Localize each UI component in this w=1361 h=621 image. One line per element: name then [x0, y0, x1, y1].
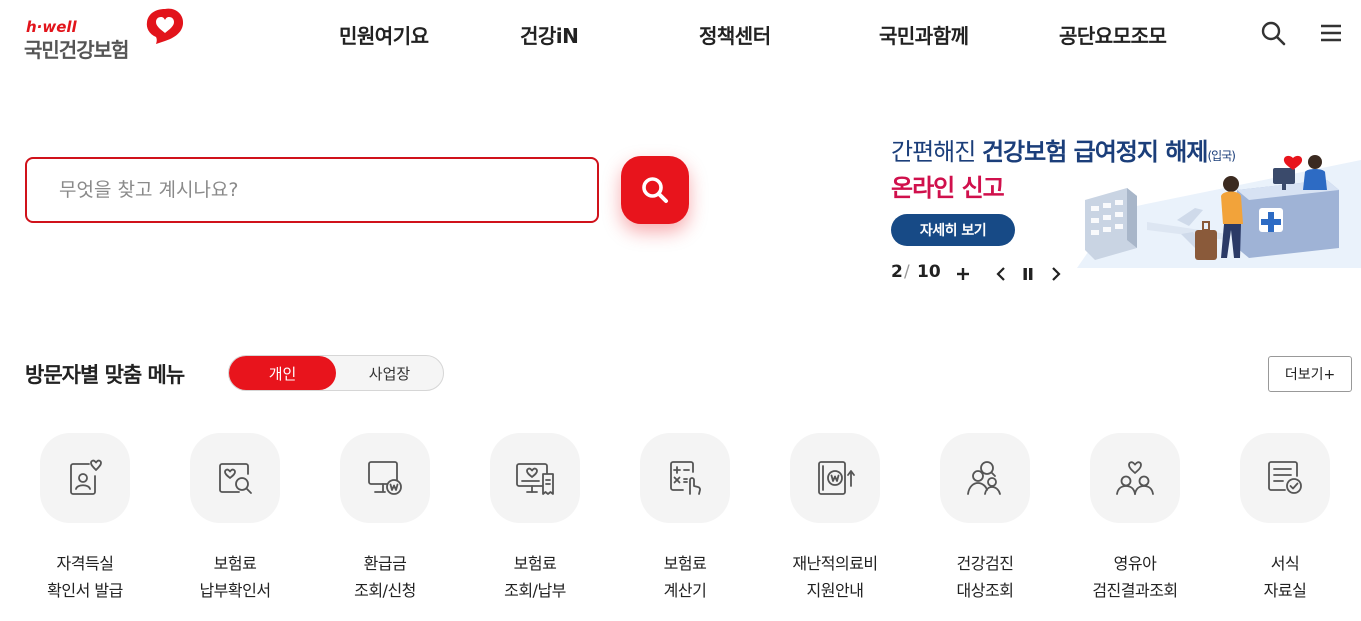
menu-item-label-line2: 지원안내 — [806, 581, 864, 600]
menu-item-label-line1: 환급금 — [363, 554, 407, 573]
pause-icon — [1023, 268, 1033, 280]
menu-item-label: 보험료 계산기 — [610, 550, 760, 604]
nav-item-with-citizens[interactable]: 국민과함께 — [879, 20, 969, 49]
search-input[interactable] — [27, 159, 597, 221]
menu-item-label-line2: 조회/신청 — [354, 581, 416, 600]
banner-headline-prefix: 간편해진 — [891, 138, 982, 166]
chevron-left-icon — [996, 267, 1005, 281]
chevron-right-icon — [1052, 267, 1061, 281]
pager-prev-button[interactable] — [991, 262, 1011, 286]
tab-individual[interactable]: 개인 — [229, 356, 336, 390]
menu-item-label: 건강검진 대상조회 — [910, 550, 1060, 604]
menu-item-label-line2: 납부확인서 — [199, 581, 271, 600]
pager-separator: / — [904, 262, 910, 282]
family-heart-icon — [1116, 461, 1154, 495]
menu-item-label: 자격득실 확인서 발급 — [10, 550, 160, 604]
menu-icon-circle — [490, 433, 580, 523]
hamburger-menu-icon[interactable] — [1318, 20, 1344, 46]
menu-item-health-checkup-target[interactable]: 건강검진 대상조회 — [910, 433, 1060, 613]
menu-item-premium-payment-certificate[interactable]: 보험료 납부확인서 — [160, 433, 310, 613]
menu-icon-circle — [40, 433, 130, 523]
menu-item-label-line2: 검진결과조회 — [1092, 581, 1178, 600]
menu-item-label-line1: 서식 — [1270, 554, 1300, 573]
document-won-icon — [818, 461, 855, 495]
menu-icon-circle — [1090, 433, 1180, 523]
search-box — [25, 157, 599, 223]
people-search-icon — [967, 461, 1001, 495]
menu-item-forms-library[interactable]: 서식 자료실 — [1210, 433, 1360, 613]
document-check-icon — [1268, 461, 1302, 494]
menu-item-label-line1: 보험료 — [663, 554, 707, 573]
menu-icon-circle — [1240, 433, 1330, 523]
menu-icon-circle — [790, 433, 880, 523]
menu-item-label-line2: 자료실 — [1263, 581, 1307, 600]
menu-item-label-line1: 보험료 — [513, 554, 557, 573]
menu-item-label: 보험료 조회/납부 — [460, 550, 610, 604]
menu-item-label: 서식 자료실 — [1210, 550, 1360, 604]
menu-item-label-line1: 재난적의료비 — [792, 554, 878, 573]
search-icon[interactable] — [1260, 20, 1286, 46]
menu-item-infant-checkup-results[interactable]: 영유아 검진결과조회 — [1060, 433, 1210, 613]
visitor-menu-title: 방문자별 맞춤 메뉴 — [25, 363, 185, 387]
menu-item-premium-calculator[interactable]: 보험료 계산기 — [610, 433, 760, 613]
banner-subheadline: 온라인 신고 — [891, 174, 1005, 202]
plus-icon — [957, 268, 969, 280]
menu-item-label-line2: 계산기 — [663, 581, 707, 600]
menu-icon-circle — [340, 433, 430, 523]
site-header: h·well 국민건강보험 민원여기요 건강iN 정책센터 국민과함께 공단요모… — [0, 0, 1361, 72]
banner-detail-button[interactable]: 자세히 보기 — [891, 214, 1015, 246]
menu-item-label-line2: 조회/납부 — [504, 581, 566, 600]
menu-item-label-line1: 보험료 — [213, 554, 257, 573]
menu-item-label: 보험료 납부확인서 — [160, 550, 310, 604]
menu-item-label: 영유아 검진결과조회 — [1060, 550, 1210, 604]
monitor-won-icon — [368, 461, 402, 495]
pager-total: 10 — [917, 262, 941, 282]
airport-illustration — [1077, 155, 1361, 268]
search-button[interactable] — [621, 156, 689, 224]
heart-logo-icon — [146, 8, 184, 44]
menu-item-label-line2: 확인서 발급 — [47, 581, 123, 600]
menu-item-label-line1: 건강검진 — [956, 554, 1014, 573]
site-logo[interactable]: h·well 국민건강보험 — [24, 6, 194, 62]
pager-pause-button[interactable] — [1018, 262, 1038, 286]
menu-item-label-line1: 자격득실 — [56, 554, 114, 573]
menu-item-qualification-certificate[interactable]: 자격득실 확인서 발급 — [10, 433, 160, 613]
menu-item-label-line2: 대상조회 — [956, 581, 1014, 600]
pager-current: 2 — [891, 262, 903, 282]
visitor-type-toggle: 개인 사업장 — [228, 355, 444, 391]
document-search-icon — [219, 463, 252, 494]
id-card-heart-icon — [70, 459, 102, 495]
menu-item-label: 재난적의료비 지원안내 — [760, 550, 910, 604]
monitor-receipt-icon — [516, 463, 554, 495]
more-button[interactable]: 더보기+ — [1268, 356, 1352, 392]
search-icon — [642, 177, 668, 203]
menu-icon-circle — [940, 433, 1030, 523]
menu-icon-circle — [640, 433, 730, 523]
tab-business[interactable]: 사업장 — [336, 356, 443, 390]
menu-item-label: 환급금 조회/신청 — [310, 550, 460, 604]
logo-brand-name: 국민건강보험 — [24, 38, 129, 62]
menu-item-refund-inquiry[interactable]: 환급금 조회/신청 — [310, 433, 460, 613]
menu-icon-circle — [190, 433, 280, 523]
nav-item-about-nhis[interactable]: 공단요모조모 — [1059, 20, 1167, 49]
nav-item-civil-service[interactable]: 민원여기요 — [339, 20, 429, 49]
menu-item-label-line1: 영유아 — [1113, 554, 1157, 573]
nav-item-policy-center[interactable]: 정책센터 — [699, 20, 771, 49]
menu-item-catastrophic-medical-support[interactable]: 재난적의료비 지원안내 — [760, 433, 910, 613]
nav-item-health-in[interactable]: 건강iN — [520, 20, 579, 49]
menu-item-premium-inquiry-payment[interactable]: 보험료 조회/납부 — [460, 433, 610, 613]
pager-next-button[interactable] — [1046, 262, 1066, 286]
calculator-hand-icon — [670, 461, 701, 495]
pager-expand-button[interactable] — [953, 262, 973, 286]
